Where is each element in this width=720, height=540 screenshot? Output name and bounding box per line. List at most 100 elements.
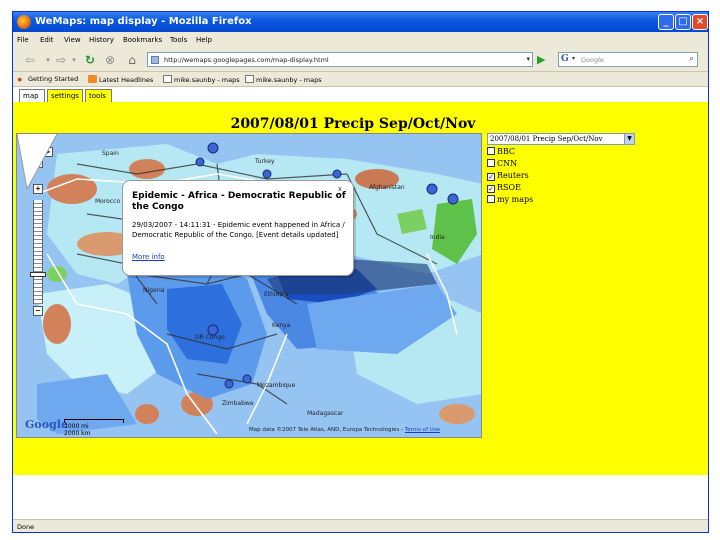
layer-my-maps[interactable]: my maps (487, 195, 533, 206)
bookmark-label: mike.saunby - maps (256, 76, 322, 84)
search-box[interactable]: G ▾ Google ⌕ (558, 52, 698, 67)
tab-map[interactable]: map (19, 89, 45, 102)
more-info-link[interactable]: More info (132, 253, 165, 261)
map-copyright: Map data ©2007 Tele Atlas, AND, Europa T… (249, 427, 440, 433)
rss-icon (88, 75, 97, 83)
browser-window: WeMaps: map display - Mozilla Firefox _ … (12, 11, 709, 533)
infowindow-title: Epidemic - Africa - Democratic Republic … (132, 191, 346, 212)
infowindow-tail (17, 134, 58, 191)
bookmark-latest-headlines[interactable]: Latest Headlines (88, 75, 153, 84)
menu-file[interactable]: File (17, 36, 29, 44)
bookmark-label: Getting Started (28, 75, 79, 83)
firefox-bookmark-icon: ✹ (17, 76, 23, 84)
menu-bookmarks[interactable]: Bookmarks (123, 36, 162, 44)
bookmarks-toolbar: ✹ Getting Started Latest Headlines mike.s… (13, 72, 708, 87)
layer-label: Reuters (497, 171, 529, 180)
menu-view[interactable]: View (64, 36, 81, 44)
layer-checkbox-checked[interactable]: ✓ (487, 185, 495, 193)
menu-bar: File Edit View History Bookmarks Tools H… (13, 32, 708, 48)
menu-history[interactable]: History (89, 36, 114, 44)
layer-label: CNN (497, 159, 518, 168)
map-label-madagascar: Madagascar (307, 410, 344, 417)
search-icon[interactable]: ⌕ (689, 54, 694, 64)
maximize-button[interactable]: □ (675, 14, 691, 30)
title-bar[interactable]: WeMaps: map display - Mozilla Firefox _ … (13, 12, 708, 32)
infowindow-body: 29/03/2007 - 14:11:31 - Epidemic event h… (132, 221, 345, 239)
map-label-afghanistan: Afghanistan (369, 184, 405, 191)
tab-tools[interactable]: tools (85, 89, 112, 102)
map-copyright-text: Map data ©2007 Tele Atlas, AND, Europa T… (249, 427, 404, 433)
menu-help[interactable]: Help (196, 36, 212, 44)
tab-settings[interactable]: settings (47, 89, 83, 102)
url-text: http://wemaps.googlepages.com/map-displa… (164, 56, 329, 64)
layer-label: RSOE (497, 183, 521, 192)
zoom-slider-thumb[interactable] (30, 272, 46, 277)
layer-checkbox[interactable] (487, 195, 495, 203)
page-icon (245, 75, 254, 83)
back-dropdown-icon[interactable]: ▾ (43, 51, 53, 69)
page-content: map settings tools 2007/08/01 Precip Sep… (13, 87, 708, 519)
google-map[interactable]: Spain Turkey Morocco Afghanistan India N… (16, 133, 482, 438)
menu-edit[interactable]: Edit (40, 36, 54, 44)
map-label-spain: Spain (102, 150, 119, 157)
bookmark-label: mike.saunby - maps (174, 76, 240, 84)
map-label-india: India (430, 234, 445, 241)
google-logo: Google (25, 418, 68, 431)
bookmark-mike-saunby-maps-1[interactable]: mike.saunby - maps (163, 75, 240, 84)
reload-button[interactable]: ↻ (81, 51, 99, 69)
google-engine-icon[interactable]: G (561, 54, 572, 65)
bookmark-mike-saunby-maps-2[interactable]: mike.saunby - maps (245, 75, 322, 84)
overlay-select[interactable]: 2007/08/01 Precip Sep/Oct/Nov ▼ (487, 133, 635, 145)
url-dropdown-icon[interactable]: ▾ (526, 55, 530, 63)
layer-rsoe[interactable]: ✓ RSOE (487, 183, 521, 194)
map-panel: 2007/08/01 Precip Sep/Oct/Nov Spain Turk… (13, 102, 708, 475)
layer-label: BBC (497, 147, 516, 156)
layer-cnn[interactable]: CNN (487, 159, 517, 170)
map-scale-bar: 1000 mi 2000 km (64, 419, 124, 437)
home-button[interactable]: ⌂ (123, 51, 141, 69)
search-placeholder: Google (581, 56, 604, 64)
menu-tools[interactable]: Tools (170, 36, 187, 44)
terms-of-use-link[interactable]: Terms of Use (405, 427, 440, 433)
window-title: WeMaps: map display - Mozilla Firefox (35, 16, 252, 27)
firefox-icon (17, 15, 31, 29)
map-label-dr-congo: DR Congo (195, 334, 225, 341)
layer-bbc[interactable]: BBC (487, 147, 515, 158)
page-icon (163, 75, 172, 83)
url-bar[interactable]: http://wemaps.googlepages.com/map-displa… (147, 52, 533, 67)
scale-miles: 1000 mi (64, 423, 89, 430)
map-label-kenya: Kenya (272, 322, 291, 329)
layer-reuters[interactable]: ✓ Reuters (487, 171, 529, 182)
engine-dropdown-icon[interactable]: ▾ (572, 55, 575, 62)
page-favicon-icon (151, 56, 159, 64)
minimize-button[interactable]: _ (658, 14, 674, 30)
bookmark-getting-started[interactable]: ✹ Getting Started (17, 75, 78, 84)
layer-label: my maps (497, 195, 534, 204)
zoom-out-button[interactable]: − (33, 306, 43, 316)
layer-checkbox-checked[interactable]: ✓ (487, 173, 495, 181)
map-label-morocco: Morocco (95, 198, 121, 205)
navigation-toolbar: ⇦ ▾ ⇨ ▾ ↻ ⊗ ⌂ http://wemaps.googlepages.… (13, 48, 708, 72)
status-bar: Done (13, 519, 708, 532)
scale-km: 2000 km (64, 430, 91, 437)
status-text: Done (17, 523, 35, 531)
close-button[interactable]: × (692, 14, 708, 30)
map-label-ethiopia: Ethiopia (264, 291, 289, 298)
chevron-down-icon[interactable]: ▼ (624, 134, 634, 144)
map-label-nigeria: Nigeria (143, 287, 165, 294)
map-label-zimbabwe: Zimbabwe (222, 400, 254, 407)
map-title: 2007/08/01 Precip Sep/Oct/Nov (230, 116, 476, 132)
layer-checkbox[interactable] (487, 147, 495, 155)
layer-checkbox[interactable] (487, 159, 495, 167)
zoom-slider[interactable] (33, 200, 43, 304)
map-infowindow: x Epidemic - Africa - Democratic Republi… (122, 180, 354, 276)
bookmark-label: Latest Headlines (99, 76, 154, 84)
forward-button[interactable]: ⇨ (53, 51, 69, 69)
map-label-mozambique: Mozambique (257, 382, 296, 389)
go-button[interactable]: ▶ (537, 53, 549, 66)
back-button[interactable]: ⇦ (19, 51, 41, 69)
map-label-turkey: Turkey (255, 158, 275, 165)
stop-button[interactable]: ⊗ (101, 51, 119, 69)
forward-dropdown-icon[interactable]: ▾ (69, 51, 79, 69)
overlay-select-value: 2007/08/01 Precip Sep/Oct/Nov (490, 135, 603, 143)
